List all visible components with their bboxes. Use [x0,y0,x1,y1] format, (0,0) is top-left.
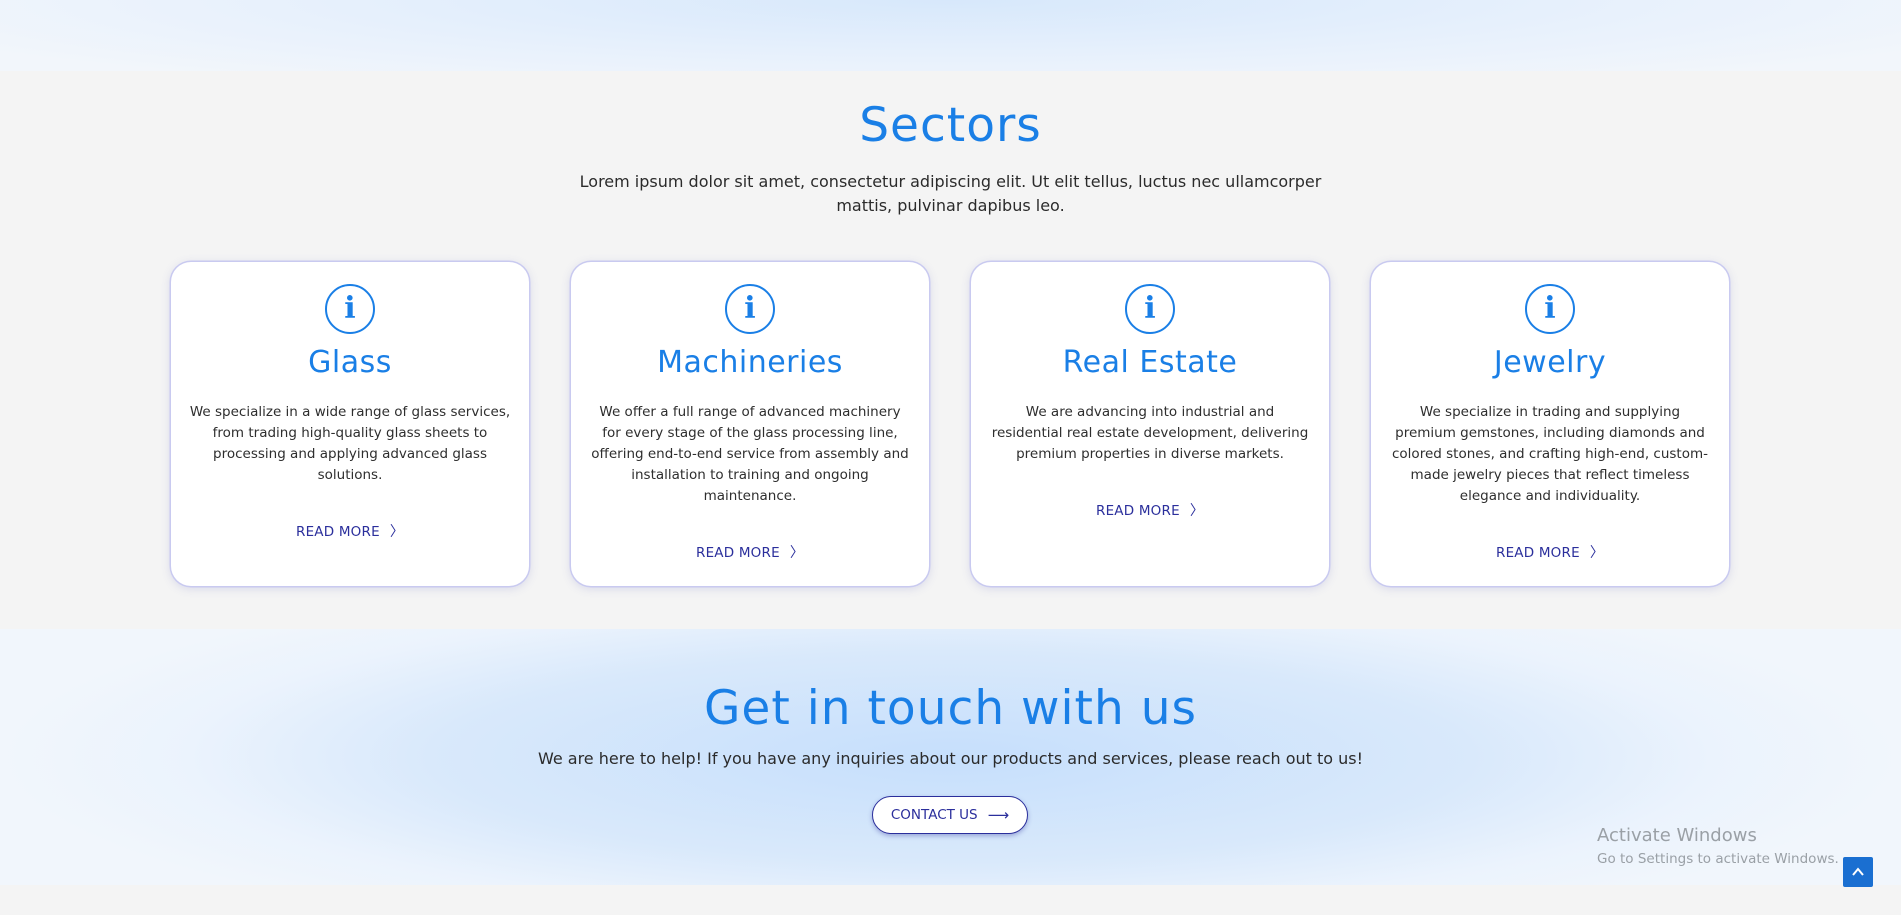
read-more-link-glass[interactable]: READ MORE 〉 [171,521,529,541]
read-more-link-real-estate[interactable]: READ MORE 〉 [971,500,1329,520]
chevron-up-icon [1852,867,1864,876]
read-more-label: READ MORE [1495,545,1580,561]
info-icon: i [325,284,375,334]
scroll-to-top-button[interactable] [1843,857,1873,887]
read-more-link-jewelry[interactable]: READ MORE 〉 [1371,542,1729,562]
info-icon: i [1125,284,1175,334]
card-description: We specialize in trading and supplying p… [1392,404,1708,504]
card-title: Jewelry [1493,345,1607,380]
card-description: We are advancing into industrial and res… [991,404,1309,462]
watermark-title: Activate Windows [1597,825,1757,846]
info-icon: i [1525,284,1575,334]
sector-card-jewelry: i Jewelry We specialize in trading and s… [1371,262,1729,586]
contact-us-label: CONTACT US [890,807,978,823]
card-description: We offer a full range of advanced machin… [591,404,909,504]
sectors-section: Sectors Lorem ipsum dolor sit amet, cons… [0,71,1901,629]
read-more-link-machineries[interactable]: READ MORE 〉 [571,542,929,562]
read-more-label: READ MORE [695,545,780,561]
watermark-subtitle: Go to Settings to activate Windows. [1597,851,1839,867]
windows-activation-watermark: Activate Windows Go to Settings to activ… [1597,825,1839,869]
top-banner-strip [0,0,1901,71]
chevron-right-icon: 〉 [389,524,405,540]
sector-card-real-estate: i Real Estate We are advancing into indu… [971,262,1329,586]
arrow-right-icon: ⟶ [987,806,1010,824]
chevron-right-icon: 〉 [789,545,805,561]
read-more-label: READ MORE [1095,503,1180,519]
contact-us-button[interactable]: CONTACT US ⟶ [872,796,1028,834]
sector-card-glass: i Glass We specialize in a wide range of… [171,262,529,586]
chevron-right-icon: 〉 [1189,503,1205,519]
card-description: We specialize in a wide range of glass s… [189,404,511,483]
contact-heading: Get in touch with us [704,681,1197,736]
sectors-heading: Sectors [859,98,1042,153]
sectors-description: Lorem ipsum dolor sit amet, consectetur … [579,172,1322,215]
read-more-label: READ MORE [295,524,380,540]
info-icon: i [725,284,775,334]
chevron-right-icon: 〉 [1589,545,1605,561]
contact-description: We are here to help! If you have any inq… [537,749,1364,768]
card-title: Machineries [657,345,843,380]
card-title: Real Estate [1062,345,1238,380]
sector-card-machineries: i Machineries We offer a full range of a… [571,262,929,586]
footer-strip [0,885,1901,915]
card-title: Glass [308,345,392,380]
